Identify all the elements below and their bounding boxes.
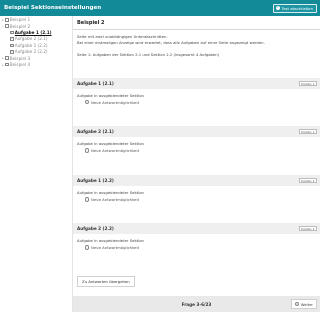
next-label: Weiter: [300, 301, 313, 307]
question-header: Aufgabe 1 (2.1) Punkte: 1: [73, 78, 320, 89]
tree-checkbox[interactable]: [5, 62, 9, 67]
go-to-answers-button[interactable]: Zu Antworten übergehen: [77, 276, 135, 287]
question-header: Aufgabe 2 (2.1) Punkte: 1: [73, 126, 320, 137]
tree-item-aufgabe-2-2-1[interactable]: ✓ Aufgabe 2 (2.1): [6, 36, 48, 42]
tree-item-label: Beispiel 2: [9, 23, 31, 29]
progress-indicator: Frage 3-6/23: [181, 301, 212, 307]
tree-item-beispiel-4[interactable]: + Beispiel 4: [1, 62, 31, 68]
answer-label: Neue Antwortmöglichkeit: [90, 148, 140, 153]
tree-checkbox[interactable]: ✓: [10, 43, 14, 48]
tree-item-beispiel-3[interactable]: + Beispiel 3: [1, 55, 31, 61]
points-badge: Punkte: 1: [298, 129, 317, 134]
tree-checkbox[interactable]: ✓: [10, 37, 14, 41]
question-title: Aufgabe 1 (2.1): [77, 81, 114, 87]
tree-item-label: Beispiel 4: [9, 62, 31, 68]
tree-item-label: Aufgabe 2 (2.2): [14, 49, 48, 55]
radio-button[interactable]: [85, 99, 90, 105]
main-content: Beispiel 2 Seite mit zwei unabhängigen U…: [73, 16, 320, 312]
next-button[interactable]: › Weiter: [290, 299, 317, 309]
question-text: Aufgabe in ausgeblendeter Sektion: [77, 141, 144, 146]
finish-test-label: Test abschließen: [281, 5, 313, 11]
points-badge: Punkte: 1: [298, 226, 317, 231]
tree-item-label: Aufgabe 2 (2.1): [14, 36, 48, 42]
question-text: Aufgabe in ausgeblendeter Sektion: [77, 238, 144, 243]
footer-bar: Frage 3-6/23 › Weiter: [73, 296, 320, 312]
radio-button[interactable]: [85, 148, 90, 153]
points-badge: Punkte: 1: [298, 81, 317, 86]
answer-label: Neue Antwortmöglichkeit: [90, 197, 140, 202]
tree-checkbox[interactable]: [5, 24, 9, 28]
sidebar-tree: + Beispiel 1 − Beispiel 2 ✓ Aufgabe 1 (2…: [0, 16, 73, 312]
question-title: Aufgabe 2 (2.2): [77, 226, 114, 232]
finish-test-button[interactable]: ✓ Test abschließen: [272, 3, 317, 13]
question-text: Aufgabe in ausgeblendeter Sektion: [77, 190, 144, 195]
expand-icon[interactable]: +: [1, 56, 4, 60]
answer-option[interactable]: Neue Antwortmöglichkeit: [85, 148, 139, 153]
tree-item-label: Aufgabe 1 (2.2): [14, 42, 48, 48]
question-title: Aufgabe 2 (2.1): [77, 129, 114, 135]
tree-item-label: Aufgabe 1 (2.1): [14, 30, 52, 36]
app-header: Beispiel Sektionseinstellungen ✓ Test ab…: [0, 0, 320, 16]
collapse-icon[interactable]: −: [1, 24, 4, 28]
answer-option[interactable]: Neue Antwortmöglichkeit: [85, 245, 139, 250]
arrow-right-circle-icon: ›: [294, 301, 300, 307]
app-title: Beispiel Sektionseinstellungen: [4, 4, 102, 11]
answer-label: Neue Antwortmöglichkeit: [90, 245, 140, 250]
radio-button[interactable]: [85, 245, 90, 250]
tree-item-aufgabe-1-2-2[interactable]: ✓ Aufgabe 1 (2.2): [6, 43, 48, 49]
check-circle-icon: ✓: [275, 5, 281, 11]
tree-item-aufgabe-2-2-2[interactable]: ✓ Aufgabe 2 (2.2): [6, 49, 48, 55]
question-header: Aufgabe 1 (2.2) Punkte: 1: [73, 175, 320, 186]
tree-item-label: Beispiel 3: [9, 55, 31, 61]
divider: [73, 29, 320, 30]
question-text: Aufgabe in ausgeblendeter Sektion: [77, 92, 144, 98]
answer-label: Neue Antwortmöglichkeit: [90, 99, 140, 105]
tree-item-label: Beispiel 1: [9, 17, 31, 23]
radio-button[interactable]: [85, 197, 90, 202]
intro-text: Seite mit zwei unabhängigen Unterabschni…: [77, 34, 168, 39]
answer-option[interactable]: Neue Antwortmöglichkeit: [85, 197, 139, 202]
intro-text: Seite 1: Aufgaben der Sektion 2.1 und Se…: [77, 51, 220, 57]
expand-icon[interactable]: +: [1, 63, 4, 67]
tree-checkbox[interactable]: [5, 56, 9, 60]
page-title: Beispiel 2: [77, 20, 105, 26]
tree-item-beispiel-1[interactable]: + Beispiel 1: [1, 17, 31, 23]
answer-option[interactable]: Neue Antwortmöglichkeit: [85, 100, 139, 105]
tree-checkbox[interactable]: ✓: [10, 30, 14, 35]
expand-icon[interactable]: +: [1, 18, 4, 22]
tree-item-aufgabe-1-2-1[interactable]: ✓ Aufgabe 1 (2.1): [6, 30, 52, 36]
tree-item-beispiel-2[interactable]: − Beispiel 2: [1, 23, 31, 29]
points-badge: Punkte: 1: [298, 178, 317, 183]
intro-text: Bei einer erstmaligen Anzeige wird erwar…: [77, 40, 265, 45]
tree-checkbox[interactable]: ✓: [10, 50, 14, 54]
question-header: Aufgabe 2 (2.2) Punkte: 1: [73, 223, 320, 234]
tree-checkbox[interactable]: [5, 18, 9, 22]
question-title: Aufgabe 1 (2.2): [77, 178, 114, 184]
